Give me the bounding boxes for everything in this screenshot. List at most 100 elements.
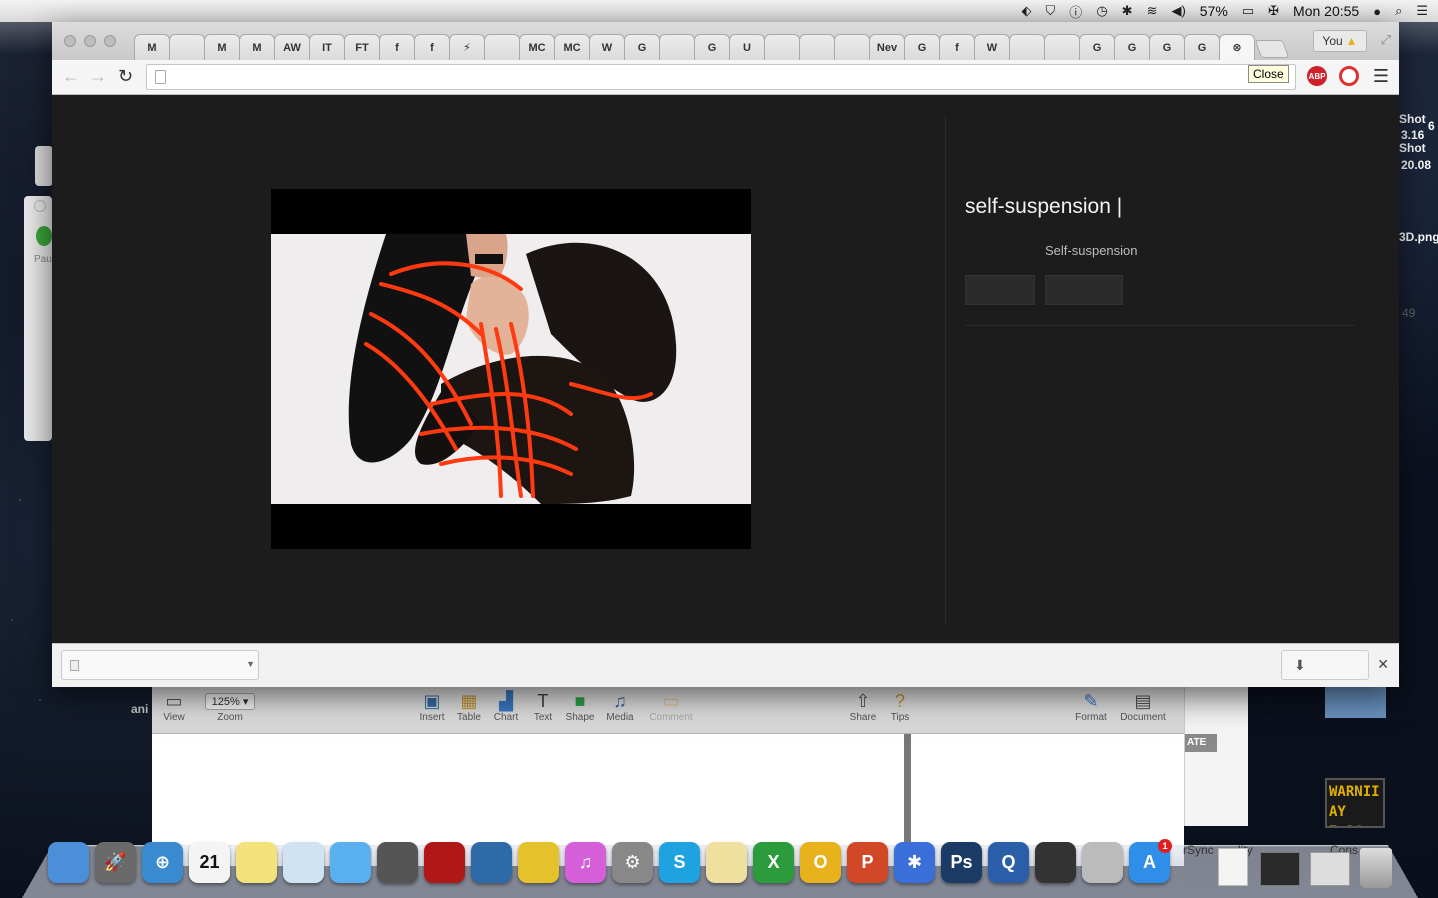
system-preferences-icon[interactable]: ⚙: [612, 842, 653, 883]
safari-icon[interactable]: ⊕: [142, 842, 183, 883]
iphoto-icon[interactable]: [471, 842, 512, 883]
trash-icon[interactable]: [1360, 848, 1392, 888]
comment-button[interactable]: ▭ Comment: [646, 690, 696, 724]
browser-tab[interactable]: FT: [344, 34, 380, 60]
notification-center-icon[interactable]: ☰: [1416, 3, 1428, 19]
launchpad-icon[interactable]: 🚀: [95, 842, 136, 883]
zoom-control[interactable]: 125% ▾ Zoom: [202, 690, 258, 723]
browser-tab[interactable]: ⊗: [1219, 34, 1255, 60]
browser-tab[interactable]: [659, 34, 695, 60]
browser-tab[interactable]: G: [624, 34, 660, 60]
browser-tab[interactable]: MC: [554, 34, 590, 60]
browser-tab[interactable]: MC: [519, 34, 555, 60]
outlook-icon[interactable]: O: [800, 842, 841, 883]
photoshop-icon[interactable]: Ps: [941, 842, 982, 883]
browser-tab[interactable]: G: [1114, 34, 1150, 60]
chrome-icon[interactable]: [518, 842, 559, 883]
download-item[interactable]: ▼: [61, 650, 259, 680]
document-button[interactable]: ▤ Document: [1118, 690, 1168, 724]
browser-tab[interactable]: M: [204, 34, 240, 60]
browser-tab[interactable]: AW: [274, 34, 310, 60]
video-player[interactable]: [271, 189, 751, 549]
browser-tab[interactable]: G: [1079, 34, 1115, 60]
dock-stack-icon[interactable]: [1260, 852, 1300, 886]
time-machine-icon[interactable]: ◷: [1096, 3, 1107, 19]
browser-tab[interactable]: [799, 34, 835, 60]
itunes-icon[interactable]: ♫: [565, 842, 606, 883]
browser-tab[interactable]: [1009, 34, 1045, 60]
video-thumbnail[interactable]: [271, 234, 751, 504]
dropbox-icon[interactable]: ⬖: [1022, 3, 1032, 19]
browser-tab[interactable]: G: [1149, 34, 1185, 60]
spotlight-icon[interactable]: ⌕: [1395, 3, 1402, 19]
photobooth-icon[interactable]: [424, 842, 465, 883]
textedit-icon[interactable]: [706, 842, 747, 883]
chrome-menu-icon[interactable]: ☰: [1373, 66, 1389, 87]
battery-icon[interactable]: ▭: [1242, 3, 1254, 19]
browser-tab[interactable]: G: [904, 34, 940, 60]
shield-icon[interactable]: ⛉: [1046, 3, 1056, 19]
browser-tab[interactable]: [764, 34, 800, 60]
browser-tab[interactable]: M: [134, 34, 170, 60]
browser-tab[interactable]: f: [379, 34, 415, 60]
minimize-window-button[interactable]: [84, 35, 96, 47]
profile-button[interactable]: You ▲: [1313, 30, 1367, 52]
browser-tab[interactable]: [1044, 34, 1080, 60]
browser-tab[interactable]: W: [589, 34, 625, 60]
browser-tab[interactable]: Nev: [869, 34, 905, 60]
browser-tab[interactable]: [834, 34, 870, 60]
browser-tab[interactable]: U: [729, 34, 765, 60]
media-button[interactable]: ♫ Media: [598, 690, 642, 724]
messages-icon[interactable]: [330, 842, 371, 883]
battery-percent[interactable]: 57%: [1200, 3, 1228, 19]
dock-stack-icon[interactable]: [1310, 852, 1350, 886]
clock[interactable]: Mon 20:55: [1293, 3, 1359, 19]
reload-icon[interactable]: ↻: [118, 66, 133, 87]
show-all-downloads-button[interactable]: ⬇: [1281, 650, 1369, 680]
chevron-down-icon[interactable]: ▼: [246, 659, 255, 669]
browser-tab[interactable]: W: [974, 34, 1010, 60]
finder-icon[interactable]: [48, 842, 89, 883]
browser-tab[interactable]: [169, 34, 205, 60]
address-bar[interactable]: ☆: [146, 64, 1296, 90]
browser-tab[interactable]: [484, 34, 520, 60]
excel-icon[interactable]: X: [753, 842, 794, 883]
opera-extension-icon[interactable]: [1339, 66, 1359, 86]
accessibility-icon[interactable]: ⓘ: [1069, 2, 1082, 21]
view-button[interactable]: ▭ View: [152, 690, 196, 724]
close-window-button[interactable]: [64, 35, 76, 47]
adblock-icon[interactable]: ABP: [1307, 66, 1327, 86]
browser-tab[interactable]: G: [694, 34, 730, 60]
fullscreen-icon[interactable]: ⤢: [1381, 32, 1391, 48]
keychain-icon[interactable]: [1082, 842, 1123, 883]
browser-tab[interactable]: G: [1184, 34, 1220, 60]
preview-icon[interactable]: [283, 842, 324, 883]
zoom-window-button[interactable]: [104, 35, 116, 47]
quicktime-icon[interactable]: Q: [988, 842, 1029, 883]
close-icon[interactable]: ✕: [1377, 656, 1389, 673]
zoom-select[interactable]: 125% ▾: [204, 692, 256, 710]
bluetooth-icon[interactable]: ✱: [1122, 3, 1133, 19]
browser-tab[interactable]: M: [239, 34, 275, 60]
uk-flag-icon[interactable]: ✠: [1268, 3, 1279, 19]
skype-icon[interactable]: S: [659, 842, 700, 883]
calendar-icon[interactable]: 21: [189, 842, 230, 883]
user-icon[interactable]: ●: [1373, 4, 1381, 19]
facetime-icon[interactable]: [377, 842, 418, 883]
appstore-icon[interactable]: A1: [1129, 839, 1172, 883]
back-icon[interactable]: ←: [62, 66, 80, 87]
volume-icon[interactable]: ◀): [1171, 3, 1185, 19]
browser-tab[interactable]: f: [414, 34, 450, 60]
action-button-1[interactable]: [965, 275, 1035, 305]
bluetooth-icon[interactable]: ✱: [894, 842, 935, 883]
shape-button[interactable]: ■ Shape: [558, 690, 602, 724]
tips-button[interactable]: ? Tips: [878, 690, 922, 724]
notes-icon[interactable]: [236, 842, 277, 883]
browser-tab[interactable]: IT: [309, 34, 345, 60]
dock-document-icon[interactable]: [1218, 848, 1248, 886]
forward-icon[interactable]: →: [89, 66, 107, 87]
powerpoint-icon[interactable]: P: [847, 842, 888, 883]
action-button-2[interactable]: [1045, 275, 1123, 305]
browser-tab[interactable]: ⚡: [449, 34, 485, 60]
printer-icon[interactable]: [1035, 842, 1076, 883]
